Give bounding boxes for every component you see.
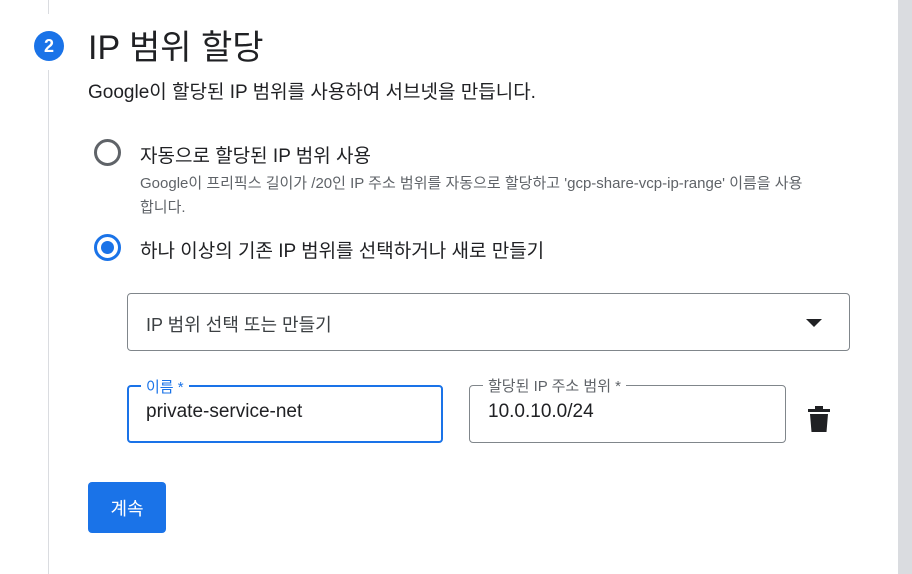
step-description: Google이 할당된 IP 범위를 사용하여 서브넷을 만듭니다. [88,82,536,103]
ip-range-field[interactable]: 할당된 IP 주소 범위 * [469,375,786,443]
ip-range-input[interactable] [488,401,758,423]
step-title: IP 범위 할당 [88,29,264,67]
option-existing-range-label[interactable]: 하나 이상의 기존 IP 범위를 선택하거나 새로 만들기 [140,236,544,263]
name-field[interactable]: 이름 * [127,376,443,443]
name-field-label: 이름 * [141,376,189,397]
radio-existing-range[interactable] [94,234,121,261]
option-auto-range-label[interactable]: 자동으로 할당된 IP 범위 사용 [140,141,371,168]
right-scroll-rail [898,0,912,574]
ip-range-select-placeholder: IP 범위 선택 또는 만들기 [146,315,332,335]
ip-range-select[interactable]: IP 범위 선택 또는 만들기 [127,293,850,351]
stepper-line [48,70,49,574]
name-input[interactable] [146,401,416,423]
radio-auto-range[interactable] [94,139,121,166]
dropdown-arrow-icon [806,319,822,327]
step-number-badge: 2 [34,31,64,61]
trash-icon[interactable] [808,406,830,432]
option-auto-range-help: Google이 프리픽스 길이가 /20인 IP 주소 범위를 자동으로 할당하… [140,175,803,216]
continue-button[interactable]: 계속 [88,482,166,533]
ip-range-field-label: 할당된 IP 주소 범위 * [483,375,627,396]
stepper-line-top [48,0,49,14]
